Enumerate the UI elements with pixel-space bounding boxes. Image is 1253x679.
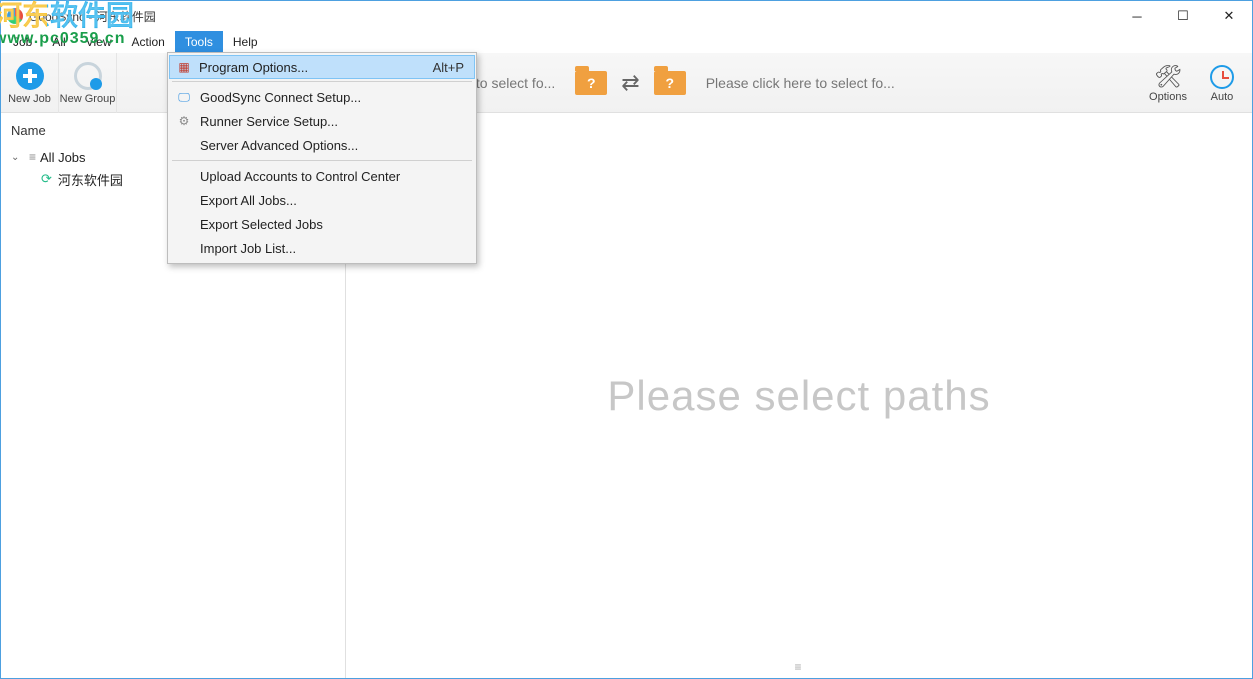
menu-item-shortcut: Alt+P <box>433 60 464 75</box>
menu-runner-setup[interactable]: ⚙ Runner Service Setup... <box>170 109 474 133</box>
menu-view[interactable]: View <box>76 31 122 53</box>
chevron-down-icon: ⌄ <box>11 152 23 163</box>
tree-label: All Jobs <box>40 150 86 165</box>
menu-export-selected[interactable]: Export Selected Jobs <box>170 212 474 236</box>
monitor-icon: 🖵 <box>176 90 192 105</box>
menu-item-label: Upload Accounts to Control Center <box>200 169 400 184</box>
menu-connect-setup[interactable]: 🖵 GoodSync Connect Setup... <box>170 85 474 109</box>
wrench-icon: 🛠 <box>1154 63 1182 91</box>
menu-all[interactable]: All <box>42 31 75 53</box>
app-icon <box>7 8 23 24</box>
close-button[interactable]: ✕ <box>1206 1 1252 31</box>
group-icon: ≡ <box>29 150 34 164</box>
menu-item-label: Export Selected Jobs <box>200 217 323 232</box>
resize-grip[interactable]: ≡ <box>794 660 803 674</box>
menu-server-advanced[interactable]: Server Advanced Options... <box>170 133 474 157</box>
swap-icon[interactable]: ⇄ <box>621 70 639 96</box>
folder-icon[interactable]: ? <box>575 71 607 95</box>
menu-separator <box>172 81 472 82</box>
menu-item-label: Runner Service Setup... <box>200 114 338 129</box>
menu-program-options[interactable]: ▦ Program Options... Alt+P <box>169 55 475 79</box>
main-panel: Please select paths ≡ <box>346 113 1252 678</box>
button-label: Options <box>1149 91 1187 103</box>
button-label: Auto <box>1211 91 1234 103</box>
button-label: New Group <box>60 93 116 105</box>
menu-job[interactable]: Job <box>3 31 42 53</box>
menubar: Job All View Action Tools Help <box>1 31 1252 53</box>
menu-item-label: Import Job List... <box>200 241 296 256</box>
window-title: GoodSync - 河东软件园 <box>29 8 156 25</box>
tools-dropdown: ▦ Program Options... Alt+P 🖵 GoodSync Co… <box>167 52 477 264</box>
gear-icon: ⚙ <box>176 114 192 128</box>
folder-icon[interactable]: ? <box>654 71 686 95</box>
plus-icon <box>16 62 44 90</box>
maximize-button[interactable]: ☐ <box>1160 1 1206 31</box>
clock-icon <box>1210 65 1234 89</box>
group-icon <box>74 62 102 90</box>
options-icon: ▦ <box>176 60 192 74</box>
options-button[interactable]: 🛠 Options <box>1144 53 1192 113</box>
new-job-button[interactable]: New Job <box>1 53 59 113</box>
menu-item-label: Program Options... <box>199 60 308 75</box>
minimize-button[interactable]: ─ <box>1114 1 1160 31</box>
menu-action[interactable]: Action <box>122 31 175 53</box>
menu-tools[interactable]: Tools <box>175 31 223 53</box>
menu-separator <box>172 160 472 161</box>
menu-item-label: GoodSync Connect Setup... <box>200 90 361 105</box>
menu-help[interactable]: Help <box>223 31 268 53</box>
placeholder-text: Please select paths <box>607 372 990 420</box>
menu-item-label: Server Advanced Options... <box>200 138 358 153</box>
tree-label: 河东软件园 <box>58 170 123 189</box>
right-path-button[interactable]: Please click here to select fo... <box>700 71 901 95</box>
menu-import-job-list[interactable]: Import Job List... <box>170 236 474 260</box>
button-label: New Job <box>8 93 51 105</box>
menu-export-all[interactable]: Export All Jobs... <box>170 188 474 212</box>
new-group-button[interactable]: New Group <box>59 53 117 113</box>
sync-icon: ⟳ <box>41 171 52 187</box>
menu-upload-accounts[interactable]: Upload Accounts to Control Center <box>170 164 474 188</box>
menu-item-label: Export All Jobs... <box>200 193 297 208</box>
titlebar: GoodSync - 河东软件园 ─ ☐ ✕ <box>1 1 1252 31</box>
auto-button[interactable]: Auto <box>1198 53 1246 113</box>
